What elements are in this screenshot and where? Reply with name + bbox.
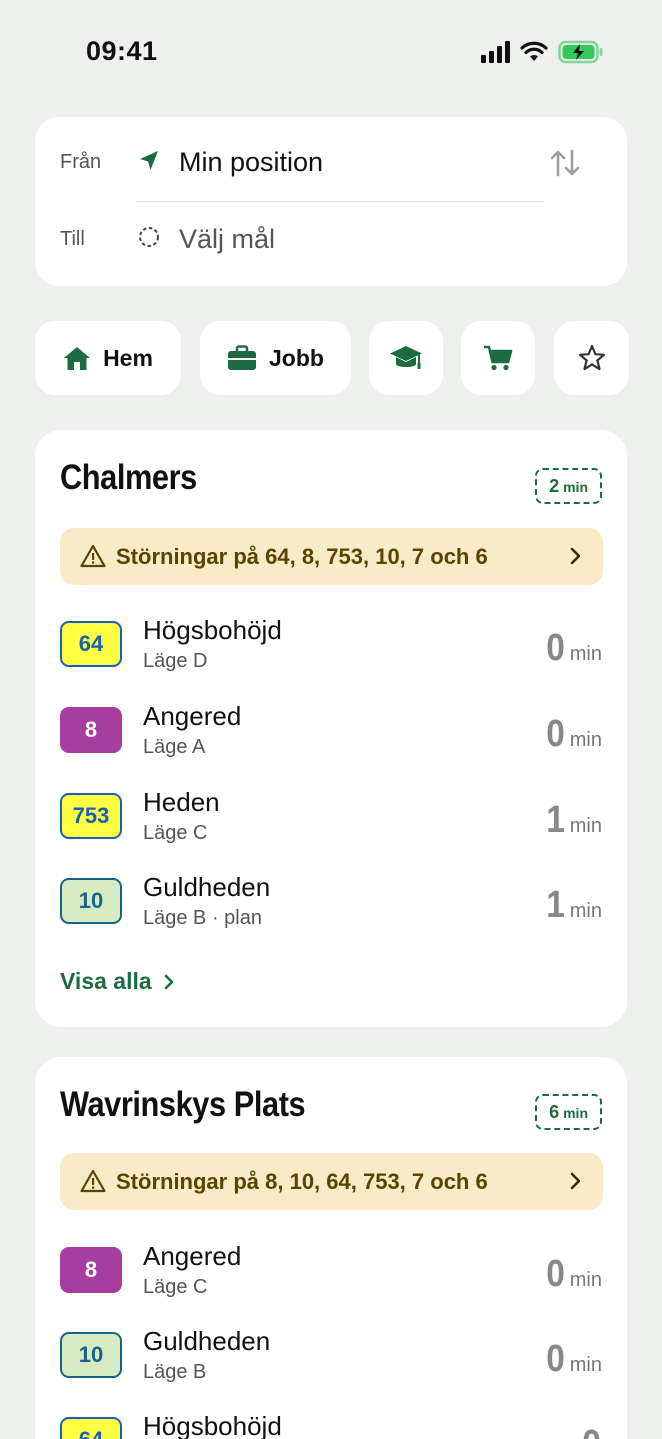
walk-time-badge: 2 min [535,468,602,504]
status-icons [481,40,604,64]
departure-destination: Angered [143,701,242,731]
departure-minutes: 1 [545,799,565,841]
departure-platform: Läge B · plan [143,907,262,929]
shortcut-home[interactable]: Hem [35,321,181,395]
departure-row[interactable]: 64 Högsbohöjd 0 [35,1411,627,1439]
departure-platform: Läge C [143,1276,208,1298]
briefcase-icon [228,345,257,370]
swap-arrows-icon [550,149,580,177]
show-all-link[interactable]: Visa alla [60,968,176,995]
line-badge: 10 [60,1332,122,1378]
departure-destination: Angered [143,1241,242,1271]
departure-row[interactable]: 753 Heden Läge C 1 min [35,787,627,873]
walk-time-unit: min [563,479,588,495]
cart-icon [484,345,513,371]
departure-platform: Läge B [143,1361,207,1383]
departure-minutes: 0 [545,1253,565,1295]
location-arrow-icon [140,151,158,170]
departure-time: 1 min [545,884,602,927]
departure-unit: min [569,900,602,922]
departure-minutes: 0 [545,713,565,755]
departure-time: 0 min [545,1338,602,1381]
departure-destination: Högsbohöjd [143,615,282,645]
departure-unit: min [569,1354,602,1376]
departure-unit: min [569,1269,602,1291]
departure-row[interactable]: 10 Guldheden Läge B 0 min [35,1326,627,1412]
departure-unit: min [569,643,602,665]
departure-unit: min [569,815,602,837]
departure-time: 0 min [545,627,602,670]
shortcut-label: Hem [103,344,153,371]
status-time: 09:41 [86,36,158,66]
trip-search-card: Från Min position Till Välj mål [35,117,627,286]
to-placeholder: Välj mål [179,224,276,254]
from-label: Från [60,151,102,173]
wifi-icon [520,41,548,61]
show-all-label: Visa alla [60,968,152,994]
line-badge: 8 [60,707,122,753]
shortcut-shopping[interactable] [461,321,535,395]
destination-circle-icon [139,227,159,247]
departure-row[interactable]: 64 Högsbohöjd Läge D 0 min [35,615,627,701]
departure-row[interactable]: 8 Angered Läge A 0 min [35,701,627,787]
chevron-right-icon [164,974,173,989]
chevron-right-icon [570,1172,581,1190]
star-icon [578,344,605,371]
departure-platform: Läge A [143,736,206,758]
departure-platform: Läge C [143,822,208,844]
departure-destination: Guldheden [143,1326,271,1356]
disruption-text: Störningar på 64, 8, 753, 10, 7 och 6 [116,544,488,569]
home-icon [64,347,91,370]
walk-time-value: 6 [549,1102,560,1122]
departure-time: 1 min [545,799,602,842]
departure-platform: Läge D [143,650,208,672]
departure-minutes: 0 [545,1338,565,1380]
to-field[interactable]: Till Välj mål [35,201,627,285]
departure-destination: Heden [143,787,220,817]
chevron-right-icon [570,547,581,565]
disruption-text: Störningar på 8, 10, 64, 753, 7 och 6 [116,1169,488,1194]
status-bar: 09:41 [0,0,662,100]
battery-charging-icon [558,40,603,64]
line-badge: 753 [60,793,122,839]
walk-time-badge: 6 min [535,1094,602,1130]
line-badge: 64 [60,621,122,667]
line-badge: 8 [60,1247,122,1293]
swap-button[interactable] [547,145,583,181]
walk-time-unit: min [563,1105,588,1121]
disruption-alert[interactable]: Störningar på 64, 8, 753, 10, 7 och 6 [60,528,603,585]
shortcut-work[interactable]: Jobb [200,321,351,395]
departure-row[interactable]: 10 Guldheden Läge B · plan 1 min [35,872,627,958]
walk-time-value: 2 [549,476,560,496]
line-badge: 10 [60,878,122,924]
departure-minutes: 0 [545,627,565,669]
departure-destination: Guldheden [143,872,271,902]
stop-title: Wavrinskys Plats [60,1085,306,1124]
warning-icon [80,1169,106,1193]
line-badge: 64 [60,1417,122,1439]
departure-minutes: 1 [545,884,565,926]
warning-icon [80,544,106,568]
departure-minutes: 0 [582,1423,601,1439]
shortcut-bar: Hem Jobb [35,321,629,395]
departure-time: 0 min [545,713,602,756]
departure-row[interactable]: 8 Angered Läge C 0 min [35,1241,627,1327]
stop-card-chalmers[interactable]: Chalmers 2 min Störningar på 64, 8, 753,… [35,430,627,1027]
from-value: Min position [179,147,324,177]
graduation-cap-icon [390,346,422,369]
cellular-signal-icon [481,41,510,63]
stop-title: Chalmers [60,458,197,497]
shortcut-favorites[interactable] [554,321,629,395]
shortcut-label: Jobb [269,344,324,371]
departure-destination: Högsbohöjd [143,1411,282,1439]
shortcut-school[interactable] [369,321,443,395]
disruption-alert[interactable]: Störningar på 8, 10, 64, 753, 7 och 6 [60,1153,603,1210]
to-label: Till [60,228,85,250]
stop-card-wavrinskys-plats[interactable]: Wavrinskys Plats 6 min Störningar på 8, … [35,1057,627,1439]
departure-time: 0 [581,1423,602,1439]
departure-time: 0 min [545,1253,602,1296]
departure-unit: min [569,729,602,751]
from-field[interactable]: Från Min position [35,117,627,201]
